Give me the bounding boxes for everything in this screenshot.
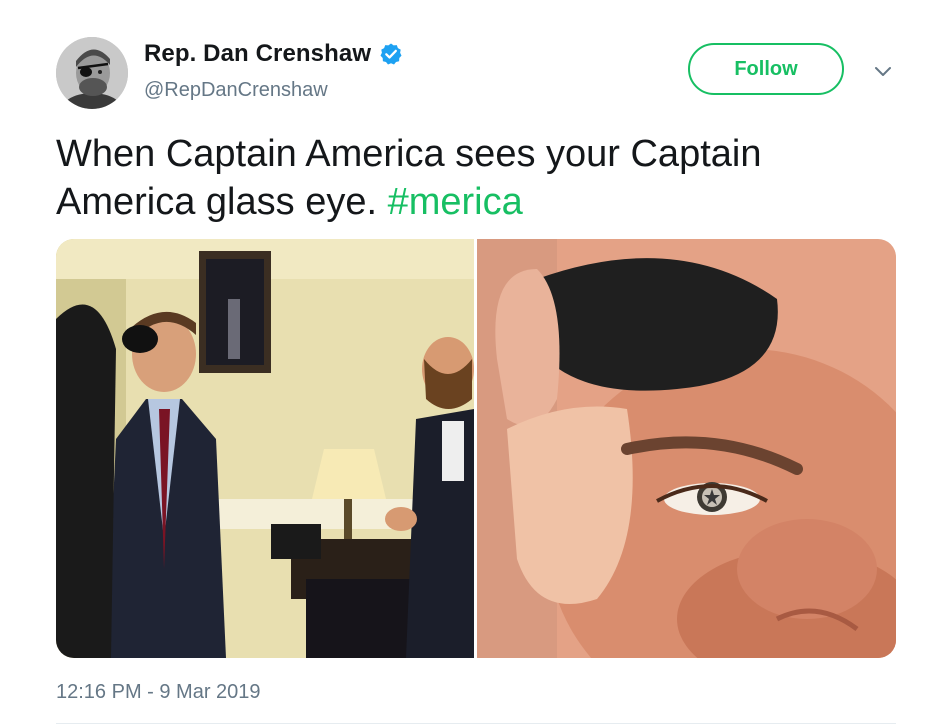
- tweet-text: When Captain America sees your Captain A…: [56, 130, 896, 226]
- follow-button[interactable]: Follow: [688, 43, 844, 95]
- divider: [56, 723, 896, 724]
- avatar-photo: [56, 37, 128, 109]
- chevron-down-icon: [875, 67, 891, 76]
- author-display-name[interactable]: Rep. Dan Crenshaw: [144, 40, 371, 68]
- verified-badge-icon: [379, 42, 403, 66]
- tweet-menu-button[interactable]: [868, 60, 898, 84]
- media-grid: [56, 239, 896, 658]
- photo-eye-closeup[interactable]: [477, 239, 896, 658]
- avatar[interactable]: [56, 37, 128, 109]
- photo-office-group[interactable]: [56, 239, 474, 658]
- author-handle[interactable]: @RepDanCrenshaw: [144, 79, 328, 102]
- tweet-card: Rep. Dan Crenshaw @RepDanCrenshaw Follow…: [0, 0, 951, 726]
- hashtag-link[interactable]: #merica: [388, 181, 523, 223]
- author-name-row[interactable]: Rep. Dan Crenshaw: [144, 40, 403, 68]
- tweet-timestamp[interactable]: 12:16 PM - 9 Mar 2019: [56, 681, 261, 704]
